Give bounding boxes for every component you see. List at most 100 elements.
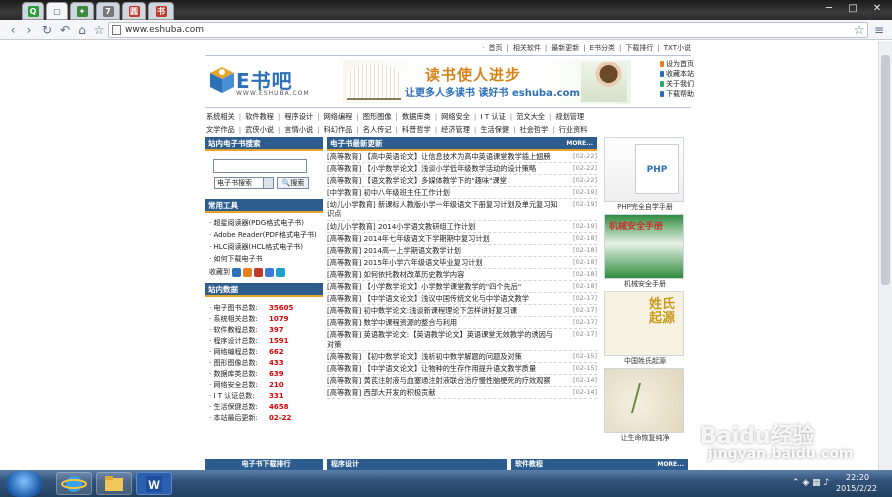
news-title[interactable]: [中学教育] 初中八年级班主任工作计划 <box>327 188 559 197</box>
cat-link[interactable]: 武侠小说 <box>245 123 274 136</box>
cat-link[interactable]: 规划管理 <box>555 110 584 123</box>
tool-item[interactable]: · HLC阅读器(HCL格式电子书) <box>209 241 323 253</box>
book-cover[interactable]: PHP <box>604 137 684 202</box>
undo-icon[interactable]: ↶ <box>58 23 72 37</box>
cat-link[interactable]: 系统相关 <box>206 110 235 123</box>
cat-link[interactable]: 范文大全 <box>516 110 545 123</box>
minimize-button[interactable]: ─ <box>822 3 836 15</box>
cat-link[interactable]: 经济管理 <box>441 123 470 136</box>
taskbar-word-icon[interactable]: W <box>136 472 172 495</box>
start-button[interactable] <box>6 471 42 497</box>
banner[interactable]: 读书使人进步 让更多人多读书 读好书 eshuba.com <box>343 60 631 104</box>
quick-link-favorite[interactable]: 收藏本站 <box>660 69 694 79</box>
book-caption[interactable]: 中国姓氏起源 <box>602 356 688 366</box>
cat-link[interactable]: 网络安全 <box>441 110 470 123</box>
clock-time[interactable]: 22:20 <box>846 473 869 482</box>
news-title[interactable]: [幼儿小学教育] 新课标人教版小学一年级语文下册复习计划及单元复习知识点 <box>327 200 559 218</box>
tab-3[interactable]: ✦ <box>70 2 94 20</box>
news-item[interactable]: [高等教育] 数学中课程资源的整合与利用 [02-17] <box>327 317 597 330</box>
tool-item[interactable]: · 超星阅读器(PDG格式电子书) <box>209 217 323 229</box>
tab-4[interactable]: 7 <box>96 2 120 20</box>
news-title[interactable]: [高等教育] 2015年小学六年级语文毕业复习计划 <box>327 258 559 267</box>
book-cover[interactable] <box>604 368 684 433</box>
cat-link[interactable]: I T 认证 <box>480 110 505 123</box>
quick-link-homepage[interactable]: 设为首页 <box>660 59 694 69</box>
news-title[interactable]: [高等教育] 【中学语文论文】让物种的生存作用提升语文教学质量 <box>327 364 559 373</box>
tab-5[interactable]: 圆 <box>122 2 146 20</box>
quick-link-about[interactable]: 关于我们 <box>660 79 694 89</box>
book-cover[interactable]: 姓氏起源 <box>604 291 684 356</box>
cat-link[interactable]: 软件教程 <box>245 110 274 123</box>
bookmark-star-icon[interactable]: ☆ <box>92 23 106 37</box>
news-item[interactable]: [中学教育] 初中八年级班主任工作计划 [02-19] <box>327 187 597 200</box>
back-icon[interactable]: ‹ <box>6 23 20 37</box>
news-title[interactable]: [高等教育] 黄芪注射液与血塞通注射液联合治疗慢性脑梗死的疗效观察 <box>327 376 559 385</box>
news-item[interactable]: [高等教育] 2015年小学六年级语文毕业复习计划 [02-18] <box>327 257 597 269</box>
news-item[interactable]: [高等教育] 【中学语文论文】让物种的生存作用提升语文教学质量 [02-15] <box>327 363 597 375</box>
tab-1[interactable]: Q <box>22 2 44 20</box>
cat-link[interactable]: 科幻作品 <box>324 123 353 136</box>
taskbar-explorer-icon[interactable] <box>96 472 132 495</box>
news-item[interactable]: [高等教育] 【小学数学论文】浅谈小学低年级数学活动的设计策略 [02-22] <box>327 163 597 176</box>
book-cover[interactable]: 机械安全手册 <box>604 214 684 279</box>
menu-icon[interactable]: ≡ <box>872 23 886 37</box>
tool-item[interactable]: · Adobe Reader(PDF格式电子书) <box>209 229 323 241</box>
news-item[interactable]: [高等教育] 【初中数学论文】浅析初中数学解题的问题及对策 [02-15] <box>327 351 597 363</box>
fav-site-icon[interactable] <box>265 267 274 277</box>
cat-link[interactable]: 行业资料 <box>559 123 588 136</box>
fav-site-icon[interactable] <box>243 267 252 277</box>
nav-latest[interactable]: 最新更新 <box>551 43 579 53</box>
address-bar[interactable]: www.eshuba.com <box>108 22 868 38</box>
news-title[interactable]: [高等教育] 【语文教学论文】多媒体教学下的"趣味"课堂 <box>327 176 559 185</box>
tray-icons[interactable]: ⌃ ◈ ▦ ♪ <box>792 478 829 488</box>
tool-item[interactable]: · 如何下载电子书 <box>209 253 323 265</box>
news-item[interactable]: [高等教育] 【小学数学论文】小学数学课堂教学的"四个先后" [02-18] <box>327 281 597 294</box>
news-title[interactable]: [高等教育] 2014高一上学期语文教学计划 <box>327 246 559 255</box>
news-title[interactable]: [高等教育] 2014年七年级语文下学期期中复习计划 <box>327 234 559 243</box>
cat-link[interactable]: 生活保健 <box>480 123 509 136</box>
fav-site-icon[interactable] <box>254 267 263 277</box>
news-item[interactable]: [高等教育] 【语文教学论文】多媒体教学下的"趣味"课堂 [02-22] <box>327 175 597 188</box>
news-title[interactable]: [高等教育] 【高中英语论文】让信息技术为高中英语课堂教学插上翅膀 <box>327 152 559 161</box>
search-type-select[interactable]: 电子书搜索 <box>214 177 274 189</box>
tab-6[interactable]: 书 <box>148 2 174 20</box>
cat-link[interactable]: 社会哲学 <box>520 123 549 136</box>
more-link[interactable]: MORE... <box>566 137 593 149</box>
cat-link[interactable]: 名人传记 <box>363 123 392 136</box>
nav-related[interactable]: 相关软件 <box>513 43 541 53</box>
news-item[interactable]: [高等教育] 西部大开发的积极贡献 [02-14] <box>327 387 597 399</box>
cat-link[interactable]: 图形图像 <box>363 110 392 123</box>
cat-link[interactable]: 科普哲学 <box>402 123 431 136</box>
book-caption[interactable]: PHP完全自学手册 <box>602 202 688 212</box>
cat-link[interactable]: 网络编程 <box>324 110 353 123</box>
fav-site-icon[interactable] <box>232 267 241 277</box>
nav-home[interactable]: 首页 <box>489 43 503 53</box>
reload-icon[interactable]: ↻ <box>40 23 54 37</box>
news-title[interactable]: [高等教育] 【初中数学论文】浅析初中数学解题的问题及对策 <box>327 352 559 361</box>
news-title[interactable]: [高等教育] 如何依托教材改革历史教学内容 <box>327 270 559 279</box>
news-title[interactable]: [高等教育] 【小学数学论文】小学数学课堂教学的"四个先后" <box>327 282 559 291</box>
cat-link[interactable]: 言情小说 <box>284 123 313 136</box>
site-logo[interactable]: E书吧 WWW.ESHUBA.COM <box>206 63 314 101</box>
home-icon[interactable]: ⌂ <box>75 23 89 37</box>
scrollbar-thumb[interactable] <box>881 55 890 285</box>
news-item[interactable]: [高等教育] 【高中英语论文】让信息技术为高中英语课堂教学插上翅膀 [02-22] <box>327 151 597 164</box>
news-title[interactable]: [幼儿小学教育] 2014小学语文教研组工作计划 <box>327 222 559 231</box>
vertical-scrollbar[interactable] <box>878 41 892 470</box>
nav-rank[interactable]: 下载排行 <box>625 43 653 53</box>
clock-date[interactable]: 2015/2/22 <box>836 484 877 493</box>
taskbar-ie-icon[interactable] <box>56 472 92 495</box>
more-link[interactable]: MORE... <box>657 459 688 470</box>
cat-link[interactable]: 文学作品 <box>206 123 235 136</box>
fav-site-icon[interactable] <box>276 267 285 277</box>
close-button[interactable]: ✕ <box>870 3 884 15</box>
search-input[interactable] <box>213 159 307 173</box>
news-title[interactable]: [高等教育] 初中数学论文:浅谈新课程理论下怎样讲好复习课 <box>327 306 559 315</box>
cat-link[interactable]: 数据库类 <box>402 110 431 123</box>
cat-link[interactable]: 程序设计 <box>284 110 313 123</box>
news-title[interactable]: [高等教育] 【中学语文论文】浅议中国传统文化与中学语文教学 <box>327 294 559 303</box>
star-icon[interactable]: ☆ <box>852 23 866 37</box>
news-item[interactable]: [高等教育] 【中学语文论文】浅议中国传统文化与中学语文教学 [02-17] <box>327 293 597 306</box>
news-item[interactable]: [幼儿小学教育] 2014小学语文教研组工作计划 [02-19] <box>327 221 597 233</box>
news-title[interactable]: [高等教育] 【小学数学论文】浅谈小学低年级数学活动的设计策略 <box>327 164 559 173</box>
